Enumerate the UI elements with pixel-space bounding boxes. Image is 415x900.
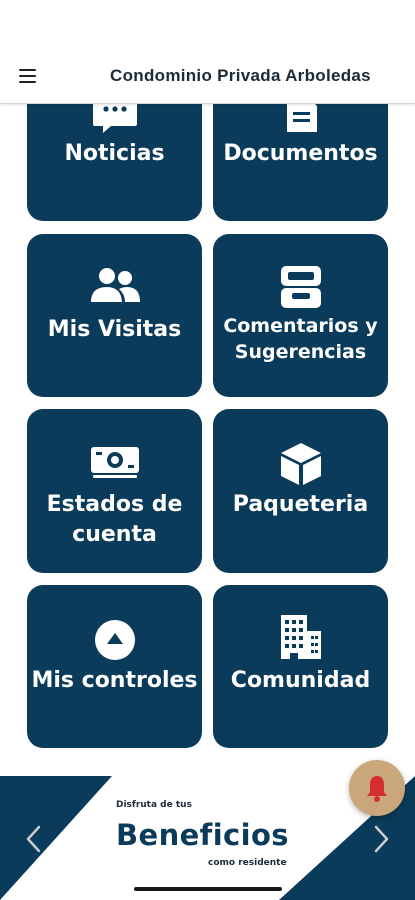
money-bill-icon [90, 447, 139, 478]
tile-label: Comunidad [230, 668, 371, 693]
chevron-right-icon[interactable] [369, 824, 393, 854]
tile-comunidad[interactable]: Comunidad [213, 585, 388, 748]
tile-label-line1: Estados de [46, 492, 183, 517]
tile-label: Paqueteria [232, 492, 369, 517]
tile-mis-controles[interactable]: Mis controles [27, 585, 202, 748]
bell-icon [367, 776, 387, 802]
up-arrow-circle-icon [94, 620, 135, 660]
hamburger-menu-icon[interactable] [17, 67, 39, 85]
users-icon [90, 268, 140, 302]
banner-top-text: Disfruta de tus [116, 800, 192, 810]
buildings-icon [278, 615, 323, 662]
tile-estados-de-cuenta[interactable]: Estados de cuenta [27, 409, 202, 573]
tile-label-line2: Sugerencias [234, 341, 367, 363]
tile-paqueteria[interactable]: Paqueteria [213, 409, 388, 573]
banner-title: Beneficios [116, 818, 289, 852]
home-indicator [134, 887, 282, 891]
tile-label: Documentos [223, 141, 378, 166]
tile-label: Noticias [64, 141, 165, 166]
notifications-button[interactable] [349, 760, 405, 816]
banner-subtitle: como residente [208, 858, 287, 868]
app-header: Condominio Privada Arboledas [0, 0, 415, 104]
banner-left-shape [0, 776, 112, 900]
package-box-icon [280, 443, 321, 485]
tile-mis-visitas[interactable]: Mis Visitas [27, 234, 202, 397]
tile-label-line2: cuenta [72, 522, 157, 547]
tile-comentarios-sugerencias[interactable]: Comentarios y Sugerencias [213, 234, 388, 397]
inbox-tray-icon [280, 266, 321, 308]
chevron-left-icon[interactable] [22, 824, 46, 854]
tile-label: Mis controles [31, 668, 198, 693]
tile-label: Mis Visitas [47, 317, 182, 342]
tile-label-line1: Comentarios y [223, 315, 378, 337]
page-title: Condominio Privada Arboledas [110, 66, 371, 85]
